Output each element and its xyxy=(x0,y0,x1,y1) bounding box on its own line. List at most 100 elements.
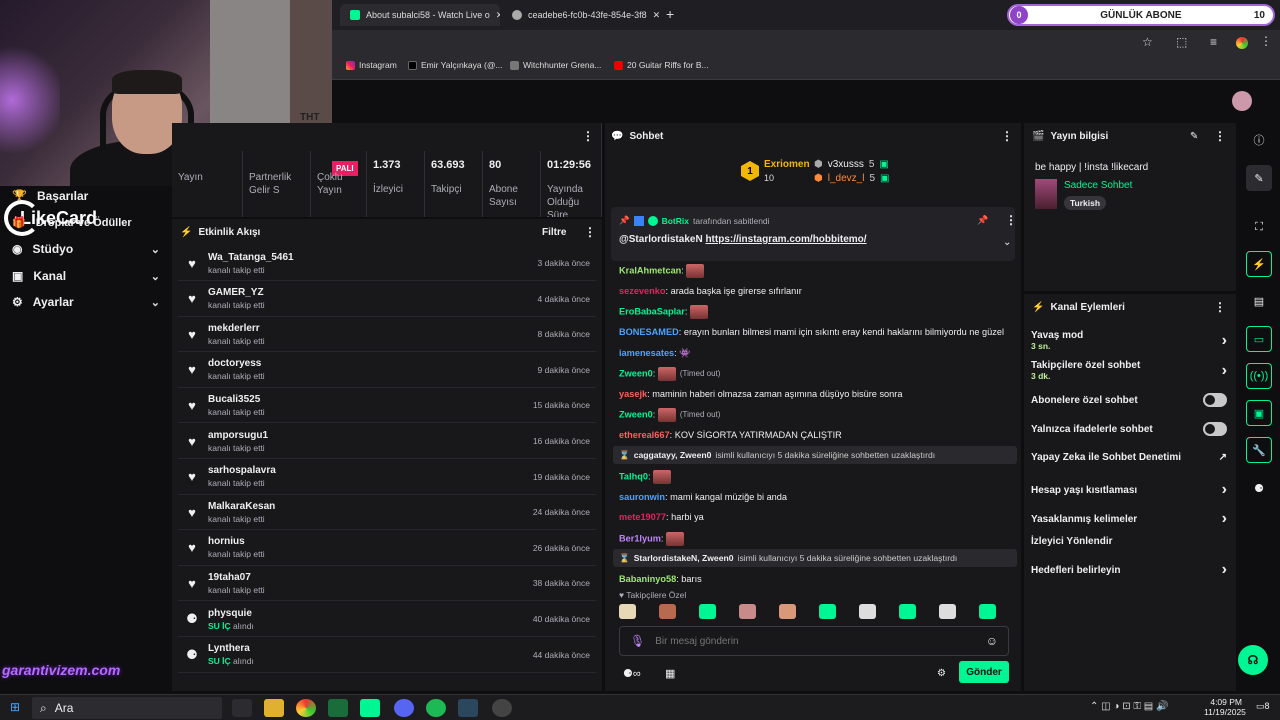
activity-user[interactable]: sarhospalavra xyxy=(208,465,276,476)
info-icon[interactable]: ⓘ xyxy=(1246,127,1272,153)
chevron-down-icon[interactable]: ⌄ xyxy=(1003,237,1011,248)
extensions-icon[interactable]: ⬚ xyxy=(1176,35,1187,49)
activity-user[interactable]: physquie xyxy=(208,608,254,619)
bookmark-item[interactable]: Emir Yalçınkaya (@... xyxy=(408,60,503,70)
channel-action-item[interactable]: Yapay Zeka ile Sohbet Denetimi ↗ xyxy=(1031,452,1227,463)
activity-user[interactable]: amporsugu1 xyxy=(208,430,268,441)
emote-icon[interactable] xyxy=(819,604,836,619)
points-icon[interactable]: ⚈ xyxy=(1246,475,1272,501)
edit-icon[interactable]: ✎ xyxy=(1246,165,1272,191)
activity-user[interactable]: doctoryess xyxy=(208,358,265,369)
activity-row[interactable]: ♥ sarhospalavra kanalı takip etti 19 dakika… xyxy=(178,460,596,495)
bookmark-item[interactable]: 20 Guitar Riffs for B... xyxy=(614,60,709,70)
leader-name[interactable]: v3xusss xyxy=(828,159,864,170)
chat-username[interactable]: KralAhmetcan xyxy=(619,265,681,275)
notification-icon[interactable]: ▭8 xyxy=(1256,701,1270,712)
windows-start-icon[interactable]: ⊞ xyxy=(10,700,20,714)
obs-icon[interactable] xyxy=(492,699,512,717)
activity-user[interactable]: 19taha07 xyxy=(208,572,265,583)
activity-row[interactable]: ♥ mekderlerr kanalı takip etti 8 dakika önc… xyxy=(178,317,596,353)
media-icon[interactable]: ≡ xyxy=(1210,35,1217,49)
pinned-link[interactable]: https://instagram.com/hobbitemo/ xyxy=(705,234,866,245)
channel-action-item[interactable]: Yavaş mod 3 sn. › xyxy=(1031,330,1227,351)
unpin-icon[interactable]: 📌 xyxy=(977,215,988,226)
activity-row[interactable]: ♥ MalkaraKesan kanalı takip etti 24 dakika … xyxy=(178,495,596,531)
chat-icon[interactable]: ▭ xyxy=(1246,326,1272,352)
chat-username[interactable]: yasejk xyxy=(619,389,647,399)
toggle-switch[interactable] xyxy=(1203,422,1227,436)
crop-icon[interactable]: ⛶ xyxy=(1246,214,1272,240)
emote-icon[interactable] xyxy=(779,604,796,619)
emote-icon[interactable] xyxy=(939,604,956,619)
emote-icon[interactable] xyxy=(619,604,636,619)
chat-username[interactable]: Babaninyo58 xyxy=(619,574,676,584)
activity-row[interactable]: ♥ doctoryess kanalı takip etti 9 dakika önc… xyxy=(178,353,596,388)
new-tab-icon[interactable]: + xyxy=(666,6,674,22)
layout-icon[interactable]: ▣ xyxy=(1246,400,1272,426)
bookmark-item[interactable]: Instagram xyxy=(346,60,397,70)
activity-row[interactable]: ♥ GAMER_YZ kanalı takip etti 4 dakika önce xyxy=(178,282,596,317)
more-options-icon[interactable]: ⋮ xyxy=(1214,129,1226,143)
channel-action-item[interactable]: Yalnızca ifadelerle sohbet xyxy=(1031,422,1227,436)
channel-action-item[interactable]: Hedefleri belirleyin › xyxy=(1031,561,1227,579)
emoji-icon[interactable]: ☺ xyxy=(986,634,998,648)
more-options-icon[interactable]: ⋮ xyxy=(584,225,596,239)
nav-studio[interactable]: ◉ Stüdyo ⌄ xyxy=(12,242,160,256)
store-icon[interactable]: ▦ xyxy=(665,667,675,680)
chat-username[interactable]: BONESAMED xyxy=(619,327,679,337)
emote-icon[interactable] xyxy=(659,604,676,619)
chat-username[interactable]: sezevenko xyxy=(619,286,665,296)
leader-name[interactable]: l_devz_l xyxy=(828,173,865,184)
menu-icon[interactable]: ⋮ xyxy=(1260,34,1272,48)
support-icon[interactable]: ☊ xyxy=(1238,645,1268,675)
activity-user[interactable]: MalkaraKesan xyxy=(208,501,275,512)
channel-action-item[interactable]: Yasaklanmış kelimeler › xyxy=(1031,510,1227,528)
nav-settings[interactable]: ⚙ Ayarlar ⌄ xyxy=(12,295,160,309)
chat-username[interactable]: iamenesates xyxy=(619,348,674,358)
channel-action-item[interactable]: Hesap yaşı kısıtlaması › xyxy=(1031,481,1227,499)
nav-channel[interactable]: ▣ Kanal ⌄ xyxy=(12,269,160,283)
emote-icon[interactable] xyxy=(739,604,756,619)
more-options-icon[interactable]: ⋮ xyxy=(582,129,594,143)
browser-tab-active[interactable]: About subalci58 - Watch Live o ✕ xyxy=(340,4,500,26)
bookmark-star-icon[interactable]: ☆ xyxy=(1142,35,1153,49)
activity-row[interactable]: ⚈ physquie SU İÇ alındı 40 dakika önce xyxy=(178,602,596,637)
send-button[interactable]: Gönder xyxy=(959,661,1009,683)
activity-row[interactable]: ⚈ Lynthera SU İÇ alındı 44 dakika önce xyxy=(178,638,596,673)
activity-row[interactable]: ♥ Wa_Tatanga_5461 kanalı takip etti 3 dakik… xyxy=(178,246,596,281)
browser-tab[interactable]: ceadebe6-fc0b-43fe-854e-3f8 ✕ xyxy=(502,4,660,26)
activity-user[interactable]: Bucali3525 xyxy=(208,394,265,405)
chat-username[interactable]: Ber1lyum xyxy=(619,533,661,543)
steam-icon[interactable] xyxy=(458,699,478,717)
wrench-icon[interactable]: 🔧 xyxy=(1246,437,1272,463)
channel-action-item[interactable]: İzleyici Yönlendir xyxy=(1031,536,1227,547)
emote-icon[interactable] xyxy=(699,604,716,619)
kick-icon[interactable] xyxy=(360,699,380,717)
channel-action-item[interactable]: Takipçilere özel sohbet 3 dk. › xyxy=(1031,360,1227,381)
activity-row[interactable]: ♥ hornius kanalı takip etti 26 dakika önce xyxy=(178,531,596,566)
chat-username[interactable]: Zween0 xyxy=(619,409,653,419)
pinned-by[interactable]: BotRix xyxy=(662,216,689,226)
chat-username[interactable]: sauronwin xyxy=(619,492,665,502)
more-options-icon[interactable]: ⋮ xyxy=(1001,129,1013,143)
task-view-icon[interactable] xyxy=(232,699,252,717)
clock[interactable]: 4:09 PM 11/19/2025 xyxy=(1204,697,1246,717)
chat-username[interactable]: EroBabaSaplar xyxy=(619,306,685,316)
chat-username[interactable]: Zween0 xyxy=(619,368,653,378)
bolt-icon[interactable]: ⚡ xyxy=(1246,251,1272,277)
filter-button[interactable]: Filtre xyxy=(542,227,566,238)
close-tab-icon[interactable]: ✕ xyxy=(496,10,500,21)
channel-action-item[interactable]: Abonelere özel sohbet xyxy=(1031,393,1227,407)
activity-row[interactable]: ♥ 19taha07 kanalı takip etti 38 dakika önce xyxy=(178,566,596,602)
activity-user[interactable]: Wa_Tatanga_5461 xyxy=(208,252,294,263)
nav-drops[interactable]: 🎁 Droplar ve Ödüller xyxy=(12,216,160,230)
category-name[interactable]: Sadece Sohbet xyxy=(1064,180,1132,191)
file-explorer-icon[interactable] xyxy=(264,699,284,717)
activity-row[interactable]: ♥ amporsugu1 kanalı takip etti 16 dakika ön… xyxy=(178,424,596,459)
activity-row[interactable]: ♥ Bucali3525 kanalı takip etti 15 dakika ön… xyxy=(178,388,596,424)
discord-icon[interactable] xyxy=(394,699,414,717)
category-thumbnail[interactable] xyxy=(1035,179,1057,209)
emote-icon[interactable] xyxy=(979,604,996,619)
chat-username[interactable]: Talhq0 xyxy=(619,471,648,481)
tag-badge[interactable]: Turkish xyxy=(1064,196,1107,210)
